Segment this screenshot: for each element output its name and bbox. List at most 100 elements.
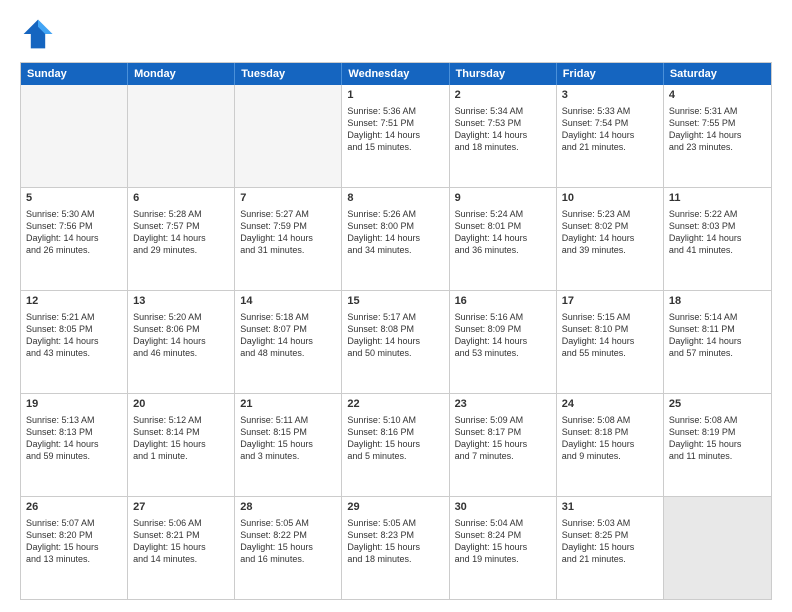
calendar-cell: 26 Sunrise: 5:07 AM Sunset: 8:20 PM Dayli… <box>21 497 128 599</box>
calendar-row: 1 Sunrise: 5:36 AM Sunset: 7:51 PM Daylig… <box>21 85 771 187</box>
day-number: 25 <box>669 397 766 412</box>
day-number: 28 <box>240 500 336 515</box>
calendar-cell <box>21 85 128 187</box>
day-info: Sunrise: 5:12 AM Sunset: 8:14 PM Dayligh… <box>133 414 229 463</box>
weekday-header: Thursday <box>450 63 557 85</box>
day-number: 13 <box>133 294 229 309</box>
calendar-cell: 23Sunrise: 5:09 AM Sunset: 8:17 PM Dayli… <box>450 394 557 496</box>
calendar-cell: 18Sunrise: 5:14 AM Sunset: 8:11 PM Dayli… <box>664 291 771 393</box>
day-number: 14 <box>240 294 336 309</box>
calendar-cell: 21 Sunrise: 5:11 AM Sunset: 8:15 PM Dayli… <box>235 394 342 496</box>
day-info: Sunrise: 5:05 AM Sunset: 8:23 PM Dayligh… <box>347 517 443 566</box>
calendar-cell: 16 Sunrise: 5:16 AM Sunset: 8:09 PM Dayli… <box>450 291 557 393</box>
day-info: Sunrise: 5:09 AM Sunset: 8:17 PM Dayligh… <box>455 414 551 463</box>
day-info: Sunrise: 5:26 AM Sunset: 8:00 PM Dayligh… <box>347 208 443 257</box>
weekday-header: Tuesday <box>235 63 342 85</box>
day-number: 7 <box>240 191 336 206</box>
day-info: Sunrise: 5:21 AM Sunset: 8:05 PM Dayligh… <box>26 311 122 360</box>
calendar-cell: 3 Sunrise: 5:33 AM Sunset: 7:54 PM Daylig… <box>557 85 664 187</box>
day-number: 27 <box>133 500 229 515</box>
day-info: Sunrise: 5:11 AM Sunset: 8:15 PM Dayligh… <box>240 414 336 463</box>
weekday-header: Saturday <box>664 63 771 85</box>
day-number: 26 <box>26 500 122 515</box>
calendar-cell: 20 Sunrise: 5:12 AM Sunset: 8:14 PM Dayli… <box>128 394 235 496</box>
calendar-cell: 25 Sunrise: 5:08 AM Sunset: 8:19 PM Dayli… <box>664 394 771 496</box>
day-number: 15 <box>347 294 443 309</box>
day-number: 3 <box>562 88 658 103</box>
day-info: Sunrise: 5:22 AM Sunset: 8:03 PM Dayligh… <box>669 208 766 257</box>
day-info: Sunrise: 5:15 AM Sunset: 8:10 PM Dayligh… <box>562 311 658 360</box>
day-info: Sunrise: 5:27 AM Sunset: 7:59 PM Dayligh… <box>240 208 336 257</box>
day-info: Sunrise: 5:17 AM Sunset: 8:08 PM Dayligh… <box>347 311 443 360</box>
day-number: 6 <box>133 191 229 206</box>
day-number: 21 <box>240 397 336 412</box>
calendar-row: 5 Sunrise: 5:30 AM Sunset: 7:56 PM Daylig… <box>21 187 771 290</box>
calendar-cell: 14 Sunrise: 5:18 AM Sunset: 8:07 PM Dayli… <box>235 291 342 393</box>
calendar-cell <box>235 85 342 187</box>
day-number: 20 <box>133 397 229 412</box>
day-info: Sunrise: 5:30 AM Sunset: 7:56 PM Dayligh… <box>26 208 122 257</box>
day-number: 24 <box>562 397 658 412</box>
calendar-cell: 4 Sunrise: 5:31 AM Sunset: 7:55 PM Daylig… <box>664 85 771 187</box>
calendar-row: 12 Sunrise: 5:21 AM Sunset: 8:05 PM Dayli… <box>21 290 771 393</box>
day-number: 2 <box>455 88 551 103</box>
calendar-cell: 12 Sunrise: 5:21 AM Sunset: 8:05 PM Dayli… <box>21 291 128 393</box>
calendar-cell: 6 Sunrise: 5:28 AM Sunset: 7:57 PM Daylig… <box>128 188 235 290</box>
calendar-header: SundayMondayTuesdayWednesdayThursdayFrid… <box>21 63 771 85</box>
calendar: SundayMondayTuesdayWednesdayThursdayFrid… <box>20 62 772 600</box>
calendar-cell: 28 Sunrise: 5:05 AM Sunset: 8:22 PM Dayli… <box>235 497 342 599</box>
day-number: 1 <box>347 88 443 103</box>
day-info: Sunrise: 5:07 AM Sunset: 8:20 PM Dayligh… <box>26 517 122 566</box>
day-number: 8 <box>347 191 443 206</box>
calendar-cell: 9Sunrise: 5:24 AM Sunset: 8:01 PM Daylig… <box>450 188 557 290</box>
day-info: Sunrise: 5:18 AM Sunset: 8:07 PM Dayligh… <box>240 311 336 360</box>
day-info: Sunrise: 5:13 AM Sunset: 8:13 PM Dayligh… <box>26 414 122 463</box>
day-info: Sunrise: 5:28 AM Sunset: 7:57 PM Dayligh… <box>133 208 229 257</box>
day-number: 19 <box>26 397 122 412</box>
day-info: Sunrise: 5:20 AM Sunset: 8:06 PM Dayligh… <box>133 311 229 360</box>
calendar-cell: 27Sunrise: 5:06 AM Sunset: 8:21 PM Dayli… <box>128 497 235 599</box>
day-number: 11 <box>669 191 766 206</box>
calendar-cell: 17 Sunrise: 5:15 AM Sunset: 8:10 PM Dayli… <box>557 291 664 393</box>
weekday-header: Wednesday <box>342 63 449 85</box>
day-info: Sunrise: 5:05 AM Sunset: 8:22 PM Dayligh… <box>240 517 336 566</box>
day-info: Sunrise: 5:24 AM Sunset: 8:01 PM Dayligh… <box>455 208 551 257</box>
calendar-cell: 13 Sunrise: 5:20 AM Sunset: 8:06 PM Dayli… <box>128 291 235 393</box>
day-info: Sunrise: 5:33 AM Sunset: 7:54 PM Dayligh… <box>562 105 658 154</box>
day-info: Sunrise: 5:03 AM Sunset: 8:25 PM Dayligh… <box>562 517 658 566</box>
day-number: 16 <box>455 294 551 309</box>
calendar-cell <box>128 85 235 187</box>
header <box>20 16 772 52</box>
day-info: Sunrise: 5:36 AM Sunset: 7:51 PM Dayligh… <box>347 105 443 154</box>
day-info: Sunrise: 5:08 AM Sunset: 8:18 PM Dayligh… <box>562 414 658 463</box>
calendar-cell: 8 Sunrise: 5:26 AM Sunset: 8:00 PM Daylig… <box>342 188 449 290</box>
day-info: Sunrise: 5:31 AM Sunset: 7:55 PM Dayligh… <box>669 105 766 154</box>
calendar-cell: 15 Sunrise: 5:17 AM Sunset: 8:08 PM Dayli… <box>342 291 449 393</box>
calendar-cell: 31 Sunrise: 5:03 AM Sunset: 8:25 PM Dayli… <box>557 497 664 599</box>
calendar-cell: 29 Sunrise: 5:05 AM Sunset: 8:23 PM Dayli… <box>342 497 449 599</box>
day-info: Sunrise: 5:16 AM Sunset: 8:09 PM Dayligh… <box>455 311 551 360</box>
calendar-cell: 2Sunrise: 5:34 AM Sunset: 7:53 PM Daylig… <box>450 85 557 187</box>
calendar-cell: 30Sunrise: 5:04 AM Sunset: 8:24 PM Dayli… <box>450 497 557 599</box>
day-number: 10 <box>562 191 658 206</box>
day-number: 5 <box>26 191 122 206</box>
logo-icon <box>20 16 56 52</box>
calendar-cell: 1 Sunrise: 5:36 AM Sunset: 7:51 PM Daylig… <box>342 85 449 187</box>
day-number: 18 <box>669 294 766 309</box>
calendar-cell: 22Sunrise: 5:10 AM Sunset: 8:16 PM Dayli… <box>342 394 449 496</box>
calendar-row: 19 Sunrise: 5:13 AM Sunset: 8:13 PM Dayli… <box>21 393 771 496</box>
day-number: 30 <box>455 500 551 515</box>
day-info: Sunrise: 5:23 AM Sunset: 8:02 PM Dayligh… <box>562 208 658 257</box>
day-number: 4 <box>669 88 766 103</box>
day-number: 12 <box>26 294 122 309</box>
calendar-cell: 11 Sunrise: 5:22 AM Sunset: 8:03 PM Dayli… <box>664 188 771 290</box>
weekday-header: Friday <box>557 63 664 85</box>
calendar-cell: 5 Sunrise: 5:30 AM Sunset: 7:56 PM Daylig… <box>21 188 128 290</box>
day-number: 29 <box>347 500 443 515</box>
calendar-cell: 24 Sunrise: 5:08 AM Sunset: 8:18 PM Dayli… <box>557 394 664 496</box>
weekday-header: Sunday <box>21 63 128 85</box>
day-info: Sunrise: 5:08 AM Sunset: 8:19 PM Dayligh… <box>669 414 766 463</box>
logo <box>20 16 62 52</box>
day-number: 31 <box>562 500 658 515</box>
day-number: 17 <box>562 294 658 309</box>
